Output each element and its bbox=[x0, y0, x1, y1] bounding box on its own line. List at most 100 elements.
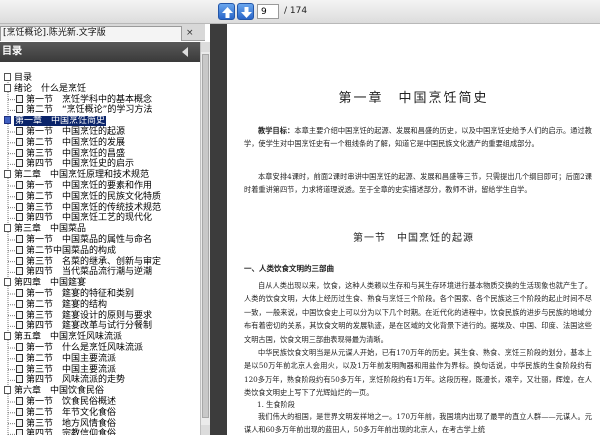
toc-section-item[interactable]: 第三节 筵宴设计的原则与要求 bbox=[16, 310, 152, 321]
toc-item-label: 第四节 中国烹饪工艺的现代化 bbox=[26, 213, 153, 224]
sidebar-scrollbar[interactable] bbox=[200, 42, 210, 435]
toc-item-label: 第二节 “烹饪概论”的学习方法 bbox=[26, 105, 153, 116]
page-icon bbox=[16, 289, 23, 297]
toc-item-label: 目录 bbox=[14, 73, 33, 83]
toc-section-item[interactable]: 第三节 中国烹饪的昌盛 bbox=[16, 148, 125, 159]
document-tab[interactable]: [烹饪概论].陈光新.文字版 bbox=[0, 26, 182, 41]
paragraph-2: 中华民族饮食文明当是从元谋人开始，已有170万年的历史。其生食、熟食、烹饪三阶段… bbox=[244, 348, 592, 398]
toc-section-item[interactable]: 第一节 中国烹饪的起源 bbox=[16, 127, 125, 137]
toc-item-label: 第一节 烹饪学科中的基本概念 bbox=[26, 94, 153, 105]
page-icon bbox=[16, 235, 23, 243]
toc-section-item[interactable]: 第二节 中国烹饪的民族文化特质 bbox=[16, 191, 162, 202]
toc-item-label: 第三节 地方风情食俗 bbox=[26, 418, 117, 429]
arrow-up-icon bbox=[222, 7, 233, 18]
page-icon bbox=[16, 159, 23, 168]
toc-section-item[interactable]: 第三节 中国烹饪的传统技术规范 bbox=[16, 202, 161, 213]
toc-section-item[interactable]: 第四节 宗教信仰食俗 bbox=[16, 429, 116, 435]
toc-item-label: 第四章 中国筵宴 bbox=[14, 278, 87, 289]
toc-section-item[interactable]: 第一节 中国菜品的属性与命名 bbox=[16, 235, 152, 245]
toc-item-label: 第一节 中国烹饪的要素和作用 bbox=[26, 181, 153, 191]
page-icon bbox=[16, 310, 23, 319]
toc-item-label: 第六章 中国饮食民俗 bbox=[14, 386, 105, 397]
page-icon bbox=[16, 256, 23, 265]
close-tab-icon[interactable]: × bbox=[186, 28, 194, 38]
toc-section-item[interactable]: 第四节 中国烹饪史的启示 bbox=[16, 159, 134, 169]
toc-section-item[interactable]: 第一节 筵宴的特征和类别 bbox=[16, 289, 134, 299]
page-icon bbox=[16, 267, 23, 276]
toc-chapter-item[interactable]: 第四章 中国筵宴 bbox=[4, 278, 86, 288]
toc-item-label: 第一节 饮食民俗概述 bbox=[26, 397, 117, 407]
toc-section-item[interactable]: 第二节中国菜品的构成 bbox=[16, 245, 116, 256]
toc-item-label: 第四节 宗教信仰食俗 bbox=[26, 429, 117, 435]
scroll-down-button[interactable] bbox=[201, 425, 210, 435]
paragraph-3: 我们伟大的祖国，是世界文明发祥地之一。170万年前，我国境内出现了最早的直立人群… bbox=[244, 412, 592, 435]
toc-item-label: 第三章 中国菜品 bbox=[14, 224, 87, 235]
toc-chapter-item[interactable]: 第三章 中国菜品 bbox=[4, 224, 86, 234]
collapse-sidebar-icon[interactable] bbox=[182, 47, 188, 57]
scroll-up-button[interactable] bbox=[201, 42, 210, 52]
toc-section-item[interactable]: 第三节 中国主要流派 bbox=[16, 364, 117, 375]
toc-section-item[interactable]: 第二节 中国烹饪的发展 bbox=[16, 137, 126, 148]
page-number-input[interactable] bbox=[257, 4, 279, 19]
page-icon bbox=[4, 278, 11, 287]
paragraph-1: 自从人类出现以来，饮食，这种人类赖以生存和与其生存环境进行基本物质交换的生活现象… bbox=[244, 281, 592, 344]
toc-chapter-item[interactable]: 第一章 中国烹饪简史 bbox=[4, 116, 107, 127]
toc-section-item[interactable]: 第四节 风味流派的走势 bbox=[16, 375, 125, 385]
page-icon bbox=[16, 418, 23, 427]
page-icon bbox=[16, 94, 23, 103]
section-title: 第一节 中国烹饪的起源 bbox=[353, 233, 474, 244]
toc-chapter-item[interactable]: 绪论 什么是烹饪 bbox=[4, 83, 86, 94]
page-icon bbox=[16, 213, 23, 222]
document-page: 第一章 中国烹饪简史 教学目标：本章主要介绍中国烹饪的起源、发展和昌盛的历史，以… bbox=[227, 24, 600, 435]
toc-item-label: 第一节 筵宴的特征和类别 bbox=[26, 289, 135, 299]
toc-chapter-item[interactable]: 第六章 中国饮食民俗 bbox=[4, 386, 104, 396]
page-icon bbox=[4, 170, 11, 179]
toc-section-item[interactable]: 第三节 地方风情食俗 bbox=[16, 418, 117, 429]
page-icon bbox=[16, 343, 23, 351]
toc-section-item[interactable]: 第一节 中国烹饪的要素和作用 bbox=[16, 181, 152, 191]
toc-section-item[interactable]: 第一节 什么是烹饪风味流派 bbox=[16, 343, 143, 353]
toc-item-label: 第四节 当代菜品流行潮与逆潮 bbox=[26, 267, 153, 278]
page-icon bbox=[16, 245, 23, 254]
toc-item-label: 第二节 年节文化食俗 bbox=[26, 407, 117, 418]
next-page-button[interactable] bbox=[237, 3, 254, 20]
page-icon bbox=[16, 375, 23, 384]
scroll-thumb[interactable] bbox=[202, 54, 209, 418]
previous-page-button[interactable] bbox=[218, 3, 235, 20]
toc-item-label: 第二节 中国烹饪的发展 bbox=[26, 137, 126, 148]
page-icon bbox=[4, 224, 11, 233]
toc-section-item[interactable]: 第二节 筵宴的结构 bbox=[16, 299, 108, 310]
subheading: 一、人类饮食文明的三部曲 bbox=[244, 264, 334, 273]
sidebar-title: 目录 bbox=[2, 46, 22, 57]
toc-section-item[interactable]: 第四节 中国烹饪工艺的现代化 bbox=[16, 213, 152, 223]
toc-tree: 目录 绪论 什么是烹饪 第一节 烹饪学科中的基本概念 第二节 “烹饪概论”的学习方法第… bbox=[0, 62, 200, 435]
pane-splitter[interactable] bbox=[210, 24, 227, 435]
toc-section-item[interactable]: 第二节 “烹饪概论”的学习方法 bbox=[16, 105, 152, 115]
tab-bar: [烹饪概论].陈光新.文字版 × bbox=[0, 24, 205, 41]
arrangement-paragraph: 本章安排4课时，前面2课时串讲中国烹饪的起源、发展和昌盛等三节，只需提出几个纲目… bbox=[244, 172, 592, 195]
page-icon bbox=[4, 116, 11, 125]
toc-item-label: 第二节 中国烹饪的民族文化特质 bbox=[26, 191, 162, 202]
toc-chapter-item[interactable]: 第五章 中国烹饪风味流派 bbox=[4, 332, 122, 342]
toc-chapter-item[interactable]: 第二章 中国烹饪原理和技术规范 bbox=[4, 170, 149, 180]
toc-item-label: 第三节 中国主要流派 bbox=[26, 364, 117, 375]
page-icon bbox=[16, 397, 23, 405]
toc-item-label: 第一节 中国菜品的属性与命名 bbox=[26, 235, 153, 245]
toc-section-item[interactable]: 第四节 当代菜品流行潮与逆潮 bbox=[16, 267, 152, 277]
teaching-objective: 教学目标：本章主要介绍中国烹饪的起源、发展和昌盛的历史，以及中国烹饪史给予人们的… bbox=[244, 124, 592, 151]
page-icon bbox=[16, 407, 23, 416]
toc-section-item[interactable]: 第四节 筵宴改革与试行分餐制 bbox=[16, 321, 152, 331]
toc-chapter-item[interactable]: 目录 bbox=[4, 73, 32, 83]
toc-section-item[interactable]: 第三节 名菜的继承、创新与审定 bbox=[16, 256, 161, 267]
chapter-title: 第一章 中国烹饪简史 bbox=[338, 91, 489, 106]
page-icon bbox=[16, 321, 23, 330]
toc-section-item[interactable]: 第二节 中国主要流派 bbox=[16, 353, 116, 364]
toc-section-item[interactable]: 第一节 烹饪学科中的基本概念 bbox=[16, 94, 153, 105]
toc-item-label: 第二节 筵宴的结构 bbox=[26, 299, 108, 310]
page-icon bbox=[16, 429, 23, 435]
page-icon bbox=[4, 386, 11, 395]
toc-section-item[interactable]: 第二节 年节文化食俗 bbox=[16, 407, 117, 418]
toc-section-item[interactable]: 第一节 饮食民俗概述 bbox=[16, 397, 116, 407]
page-icon bbox=[16, 299, 23, 308]
toc-item-label: 第一章 中国烹饪简史 bbox=[14, 116, 107, 127]
